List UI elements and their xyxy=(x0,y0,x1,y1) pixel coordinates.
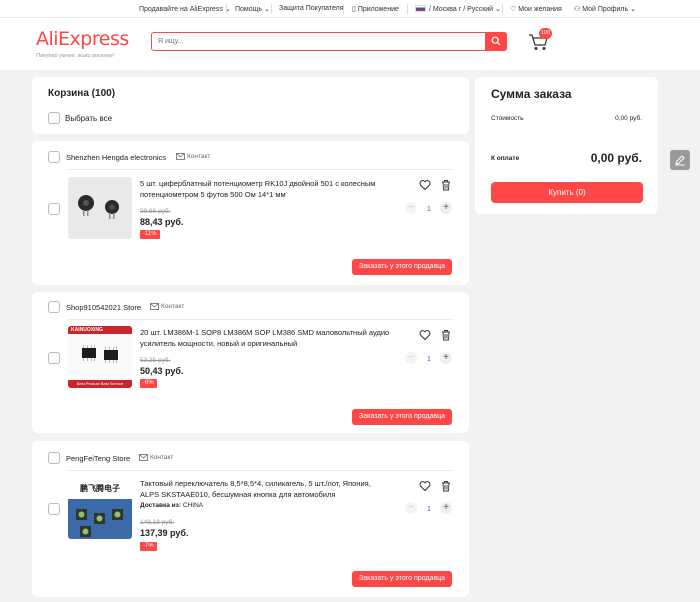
wishlist-link[interactable]: ♡ Мои желания xyxy=(510,5,562,13)
seller-card: Shenzhen Hengda electronics Контакт 5 шт… xyxy=(32,141,469,285)
search-bar xyxy=(151,31,507,51)
product-checkbox[interactable] xyxy=(48,503,60,515)
sell-on-aliexpress-link[interactable]: Продавайте на AliExpress ⌄ xyxy=(139,5,231,13)
product-title[interactable]: Тактовый переключатель 8,5*8,5*4, силика… xyxy=(140,478,392,500)
seller-checkbox[interactable] xyxy=(48,151,60,163)
divider xyxy=(68,169,454,170)
contact-seller-link[interactable]: Контакт xyxy=(150,303,184,310)
trash-icon[interactable] xyxy=(440,329,452,341)
user-icon: ⚇ xyxy=(574,6,581,13)
quantity-value[interactable]: 1 xyxy=(421,504,437,513)
trash-icon[interactable] xyxy=(440,480,452,492)
heart-icon[interactable] xyxy=(419,480,431,492)
seller-name[interactable]: Shenzhen Hengda electronics xyxy=(66,153,166,162)
product-title[interactable]: 20 шт. LM386M-1 SOP8 LM386M SOP LM386 SM… xyxy=(140,327,392,349)
header: AliExpress Покупай умнее, живи веселее! … xyxy=(0,18,700,70)
contact-seller-link[interactable]: Контакт xyxy=(139,454,173,461)
order-from-seller-button[interactable]: Заказать у этого продавца xyxy=(352,259,453,275)
top-bar: Продавайте на AliExpress ⌄ Помощь ⌄ Защи… xyxy=(0,0,700,18)
quantity-value[interactable]: 1 xyxy=(421,204,437,213)
trash-icon[interactable] xyxy=(440,179,452,191)
cart-count-badge: 100 xyxy=(539,28,553,39)
seller-name[interactable]: Shop910542021 Store xyxy=(66,303,141,312)
search-input[interactable] xyxy=(158,35,478,47)
cart-header-card: Корзина (100) Выбрать все xyxy=(32,77,469,134)
old-price: 99,66 руб. xyxy=(140,208,171,215)
seller-name[interactable]: PengFeiTeng Store xyxy=(66,454,130,463)
search-button[interactable] xyxy=(485,31,507,51)
potentiometer-image xyxy=(68,177,132,239)
buyer-protection-link[interactable]: Защита Покупателя xyxy=(279,5,344,12)
russia-flag-icon xyxy=(415,5,426,12)
quantity-decrease-button[interactable]: − xyxy=(405,352,417,364)
quantity-increase-button[interactable]: + xyxy=(440,352,452,364)
old-price: 53,35 руб. xyxy=(140,357,171,364)
heart-icon[interactable] xyxy=(419,329,431,341)
seller-card: PengFeiTeng Store Контакт 鹏飞腾电子 Тактовый… xyxy=(32,441,469,597)
price: 137,39 руб. xyxy=(140,528,189,538)
discount-badge: -7% xyxy=(140,542,157,551)
summary-title: Сумма заказа xyxy=(491,87,572,101)
mail-icon xyxy=(176,153,185,160)
price: 50,43 руб. xyxy=(140,366,184,376)
chevron-down-icon: ⌄ xyxy=(264,6,270,13)
feedback-button[interactable] xyxy=(670,150,690,170)
cost-label: Стоимость xyxy=(491,115,524,122)
seller-checkbox[interactable] xyxy=(48,301,60,313)
seller-checkbox[interactable] xyxy=(48,452,60,464)
delivery-from: Доставка из: CHINA xyxy=(140,502,204,509)
seller-card: Shop910542021 Store Контакт KAINUOXING B… xyxy=(32,292,469,433)
chevron-down-icon: ⌄ xyxy=(630,6,636,13)
quantity-value[interactable]: 1 xyxy=(421,354,437,363)
heart-icon[interactable] xyxy=(419,179,431,191)
product-image[interactable] xyxy=(68,177,132,239)
app-link[interactable]: ▯ Приложение xyxy=(352,5,399,13)
tagline-banner: Best Product Best Service xyxy=(68,380,132,388)
region-language-selector[interactable]: / Москва г / Русский ⌄ xyxy=(415,5,501,13)
mail-icon xyxy=(150,303,159,310)
slogan: Покупай умнее, живи веселее! xyxy=(36,53,115,59)
price: 88,43 руб. xyxy=(140,217,184,227)
contact-seller-link[interactable]: Контакт xyxy=(176,153,210,160)
search-icon xyxy=(491,36,501,46)
profile-link[interactable]: ⚇ Мой Профиль ⌄ xyxy=(574,5,636,13)
order-from-seller-button[interactable]: Заказать у этого продавца xyxy=(352,571,453,587)
product-checkbox[interactable] xyxy=(48,203,60,215)
select-all-checkbox[interactable] xyxy=(48,112,60,124)
product-checkbox[interactable] xyxy=(48,352,60,364)
discount-badge: -6% xyxy=(140,379,157,388)
divider xyxy=(68,470,454,471)
chevron-down-icon: ⌄ xyxy=(495,6,501,13)
brand-banner: KAINUOXING xyxy=(68,326,132,334)
product-title[interactable]: 5 шт. циферблатный потенциометр RK10J дв… xyxy=(140,178,392,200)
product-image[interactable]: KAINUOXING Best Product Best Service xyxy=(68,326,132,388)
mail-icon xyxy=(139,454,148,461)
discount-badge: -11% xyxy=(140,230,160,239)
heart-icon: ♡ xyxy=(510,6,517,13)
cart-title: Корзина (100) xyxy=(48,88,116,99)
divider xyxy=(68,319,454,320)
help-link[interactable]: Помощь ⌄ xyxy=(235,5,270,13)
phone-icon: ▯ xyxy=(352,6,356,13)
pencil-icon xyxy=(675,155,685,166)
quantity-decrease-button[interactable]: − xyxy=(405,502,417,514)
quantity-increase-button[interactable]: + xyxy=(440,202,452,214)
quantity-decrease-button[interactable]: − xyxy=(405,202,417,214)
chip-image xyxy=(68,334,132,380)
total-label: К оплате xyxy=(491,155,520,162)
order-from-seller-button[interactable]: Заказать у этого продавца xyxy=(352,409,453,425)
cost-value: 0,00 руб. xyxy=(615,115,642,122)
brand-logo: 鹏飞腾电子 xyxy=(80,484,120,493)
old-price: 148,18 руб. xyxy=(140,519,175,526)
total-value: 0,00 руб. xyxy=(590,151,642,165)
quantity-increase-button[interactable]: + xyxy=(440,502,452,514)
product-image[interactable]: 鹏飞腾电子 xyxy=(68,477,132,539)
switch-image xyxy=(68,499,132,539)
buy-button[interactable]: Купить (0) xyxy=(491,182,643,203)
aliexpress-logo[interactable]: AliExpress xyxy=(36,28,129,50)
select-all-label[interactable]: Выбрать все xyxy=(65,114,112,123)
